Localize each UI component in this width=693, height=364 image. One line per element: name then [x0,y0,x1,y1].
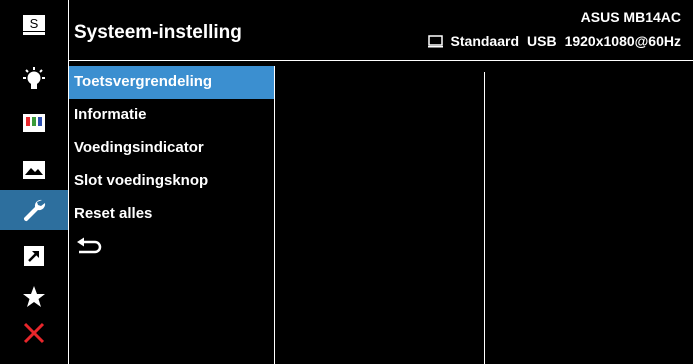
sidebar-item-system-setup[interactable] [0,190,68,230]
menu-item-reset-all[interactable]: Reset alles [69,198,274,231]
menu-item-power-key-lock[interactable]: Slot voedingsknop [69,165,274,198]
shortcut-arrow-icon [24,246,44,266]
sidebar: S [0,0,68,364]
sidebar-item-exit[interactable] [0,313,68,353]
sidebar-item-splendid[interactable]: S [0,5,68,45]
image-icon [23,161,45,179]
sidebar-item-color[interactable] [0,103,68,143]
status-input: USB [527,33,557,49]
system-setup-menu: Toetsvergrendeling Informatie Voedingsin… [69,66,274,264]
model-name: ASUS MB14AC [580,9,681,25]
sidebar-item-blue-light[interactable] [0,60,68,100]
osd-menu: S Systeem-instelling ASUS MB14AC Standaa… [0,0,693,364]
sidebar-item-image[interactable] [0,150,68,190]
page-title: Systeem-instelling [74,22,242,43]
status-bar: Standaard USB 1920x1080@60Hz [427,33,681,49]
star-icon [23,286,45,307]
sidebar-item-shortcut[interactable] [0,236,68,276]
submenu-column-divider [484,72,485,364]
blue-light-filter-icon [23,67,45,89]
menu-column-divider [274,66,275,364]
menu-item-key-lock[interactable]: Toetsvergrendeling [69,66,274,99]
splendid-icon: S [23,15,45,35]
back-button[interactable] [69,231,274,264]
sidebar-item-favorite[interactable] [0,277,68,317]
wrench-icon [23,199,46,222]
monitor-icon [427,34,443,47]
svg-text:S: S [30,16,39,31]
status-resolution: 1920x1080@60Hz [564,33,681,49]
menu-item-power-indicator[interactable]: Voedingsindicator [69,132,274,165]
close-icon [23,322,45,344]
color-icon [23,114,45,132]
status-mode: Standaard [450,33,520,49]
header-divider [68,60,693,61]
return-arrow-icon [77,237,102,253]
menu-item-information[interactable]: Informatie [69,99,274,132]
